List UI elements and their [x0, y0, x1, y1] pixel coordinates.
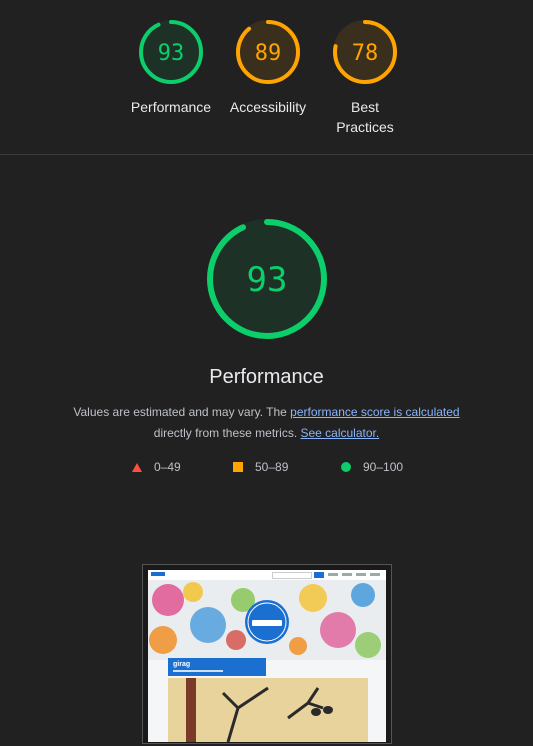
preview-nav: [356, 573, 366, 576]
preview-site-badge: girag: [168, 658, 266, 676]
score-calculated-link[interactable]: performance score is calculated: [290, 405, 459, 419]
section-divider: [0, 154, 533, 155]
gauge-label-line1: Accessibility: [229, 99, 307, 115]
square-icon: [233, 462, 243, 472]
gauge-label-line2: Practices: [336, 119, 394, 135]
category-gauges: 93 Performance 89 Accessibility 78 Best …: [0, 0, 533, 154]
gauge-label-line1: Performance: [130, 99, 212, 115]
main-performance-gauge: 93: [206, 218, 328, 340]
preview-search: [272, 572, 312, 579]
preview-button: [314, 572, 324, 578]
score-legend: 0–49 50–89 90–100: [0, 460, 533, 476]
gauge-label: Performance: [123, 97, 219, 117]
gauge-accessibility[interactable]: 89 Accessibility: [220, 19, 316, 117]
page-preview: girag: [148, 570, 386, 742]
circle-icon: [341, 462, 351, 472]
legend-item-average: 50–89: [233, 460, 288, 474]
preview-art-image: [168, 678, 368, 742]
preview-hero-image: [148, 580, 386, 660]
main-score: 93: [247, 260, 288, 300]
final-screenshot-thumbnail[interactable]: girag: [142, 564, 392, 744]
gauge-ring: 93: [139, 20, 203, 84]
main-gauge-ring: 93: [207, 219, 327, 339]
silhouette-art: [168, 678, 368, 742]
preview-nav: [328, 573, 338, 576]
legend-range: 0–49: [154, 460, 181, 474]
preview-nav: [370, 573, 380, 576]
gauge-score: 89: [255, 41, 282, 66]
triangle-icon: [132, 462, 142, 472]
legend-item-pass: 90–100: [341, 460, 403, 474]
gauge-ring: 78: [333, 20, 397, 84]
section-title: Performance: [209, 366, 324, 388]
legend-range: 50–89: [255, 460, 289, 474]
preview-logo: [151, 572, 165, 576]
desc-text-1: Values are estimated and may vary. The: [73, 405, 291, 419]
desc-text-2: directly from these metrics.: [153, 426, 301, 440]
preview-header: [148, 570, 386, 580]
gauge-score: 78: [352, 41, 379, 66]
gauge-performance[interactable]: 93 Performance: [123, 19, 219, 117]
preview-subtitle-line: [173, 670, 223, 672]
gauge-score: 93: [158, 41, 185, 66]
preview-site-heading: girag: [173, 661, 191, 668]
preview-nav: [342, 573, 352, 576]
gauge-best-practices[interactable]: 78 Best Practices: [317, 19, 413, 137]
legend-range: 90–100: [363, 460, 404, 474]
gauge-label: Best Practices: [317, 97, 413, 137]
gauge-ring: 89: [236, 20, 300, 84]
see-calculator-link[interactable]: See calculator.: [300, 426, 379, 440]
legend-item-fail: 0–49: [132, 460, 181, 474]
gauge-label: Accessibility: [220, 97, 316, 117]
score-description: Values are estimated and may vary. The p…: [40, 402, 493, 444]
paint-splash-image: [148, 580, 386, 660]
gauge-label-line1: Best: [350, 99, 379, 115]
